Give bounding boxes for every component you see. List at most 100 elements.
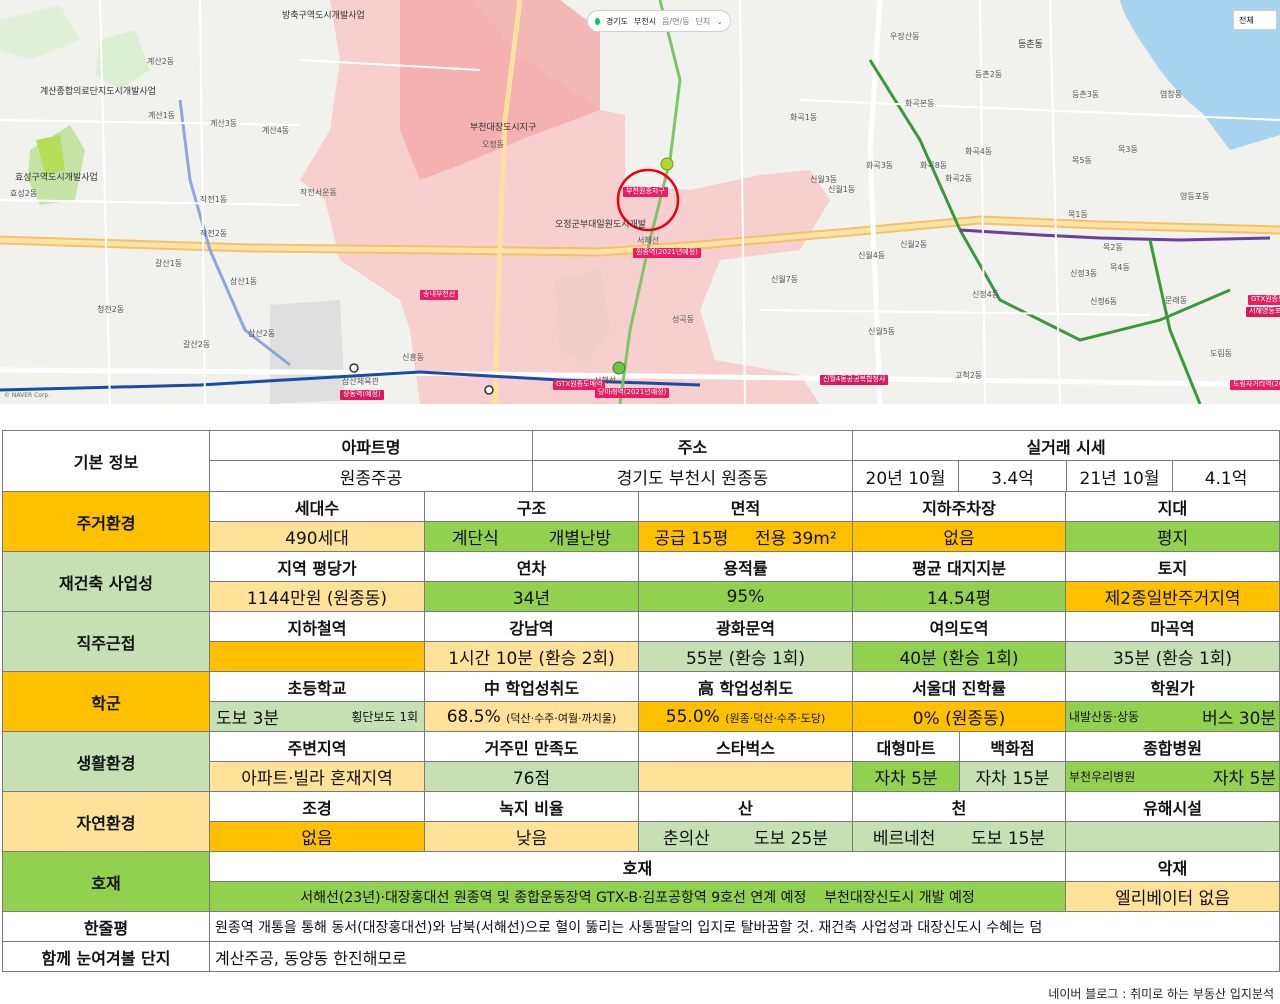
map-tag-station[interactable]: 당아래역(2021년예정)	[595, 388, 670, 398]
structure-label: 구조	[423, 491, 640, 522]
map-tag-station[interactable]: 원종역(2021년예정)	[633, 248, 701, 258]
map-tag-station[interactable]: 송내부천선	[420, 290, 459, 300]
map-tag-caption: 삼산체육관	[342, 377, 379, 386]
elementary-walk: 도보 3분	[216, 709, 280, 729]
map-label: 신월2동	[900, 240, 928, 249]
map-label: 갈산2동	[183, 340, 211, 349]
map-label: 고척2동	[955, 371, 983, 380]
academy-time: 버스 30분	[1202, 709, 1277, 729]
supply-area: 공급 15평	[654, 529, 729, 549]
high-score-label: 高 학업성취도	[638, 671, 854, 702]
satisfaction-label: 거주민 만족도	[423, 731, 640, 762]
elementary-value: 도보 3분 횡단보도 1회	[209, 701, 425, 732]
map-label: 신월3동	[810, 175, 838, 184]
academy-label: 학원가	[1065, 671, 1280, 702]
department-store-label: 백화점	[959, 731, 1067, 762]
structure-type: 계단식	[451, 529, 499, 549]
map-tag-station[interactable]: GTX원종도	[1248, 295, 1280, 305]
heating-type: 개별난방	[548, 529, 612, 549]
price1-value: 3.4억	[959, 461, 1068, 491]
plus-label: 호재	[208, 851, 1067, 882]
map-label: 화곡2동	[945, 174, 973, 183]
surroundings-value: 아파트·빌라 혼재지역	[209, 761, 425, 792]
mountain-label: 산	[638, 791, 854, 822]
snu-rate-value: 0% (원종동)	[852, 701, 1067, 732]
apt-name-value: 원종주공	[208, 460, 534, 492]
map-label: 삼산2동	[248, 329, 276, 338]
map-tag-target[interactable]: 부천원종지구	[623, 187, 668, 197]
middle-score-value: 68.5% (덕산·수주·여월·까치울)	[423, 701, 640, 732]
minus-label: 악재	[1065, 851, 1280, 882]
complex-select[interactable]: 단지	[696, 16, 711, 27]
price2-value: 4.1억	[1204, 468, 1248, 489]
exclusive-area: 전용 39m²	[754, 529, 837, 549]
gangnam-label: 강남역	[423, 611, 640, 642]
map-label: 신흥동	[402, 353, 425, 362]
minus-value: 엘리베이터 없음	[1065, 881, 1280, 912]
map-label: 신월1동	[828, 185, 856, 194]
map-label: 도림동	[1210, 349, 1233, 358]
map-credit: © NAVER Corp.	[4, 392, 51, 399]
map-search-bar[interactable]: 경기도 부천시 읍/면/동 단지 ⌄	[587, 10, 731, 32]
land-value: 제2종일반주거지역	[1065, 581, 1280, 612]
map-label: 계산3동	[210, 119, 238, 128]
snu-rate-label: 서울대 진학률	[852, 671, 1067, 702]
stream-name: 베르네천	[872, 829, 936, 849]
hospital-time: 자차 5분	[1212, 769, 1277, 789]
section-life: 생활환경	[2, 731, 210, 792]
yeouido-label: 여의도역	[852, 611, 1067, 642]
map-tag-station[interactable]: 신월4동공공복합청사	[820, 375, 889, 385]
green-ratio-label: 녹지 비율	[423, 791, 640, 822]
map-tag-station[interactable]: 도림사거리역(2024년예정)	[1230, 380, 1280, 390]
map-label: 작전1동	[200, 195, 228, 204]
land-share-label: 평균 대지지분	[852, 551, 1067, 582]
map-label: 성곡동	[672, 315, 695, 324]
section-related: 함께 눈여겨볼 단지	[2, 941, 210, 972]
age-value: 34년	[423, 581, 640, 612]
price-values: 20년 10월 3.4억 21년 10월 4.1억	[852, 460, 1280, 492]
map-label: 등촌동	[1018, 40, 1043, 50]
map-label: 청천2동	[97, 305, 125, 314]
landscape-value: 없음	[209, 821, 425, 852]
map-label: 오정동	[482, 140, 505, 149]
mountain-time: 도보 25분	[754, 829, 828, 849]
footer-credit: 네이버 블로그 : 취미로 하는 부동산 입지분석	[1048, 987, 1274, 1001]
map-label: 신월4동	[858, 251, 886, 260]
far-value: 95%	[638, 581, 854, 612]
map-label: 신월7동	[771, 275, 799, 284]
section-school: 학군	[2, 671, 210, 732]
map-label: 계산4동	[262, 126, 290, 135]
section-commute: 직주근접	[2, 611, 210, 672]
gwanghwamun-value: 55분 (환승 1회)	[638, 641, 854, 672]
map-view[interactable]: 계산2동 계산1동 계산3동 계산4동 작전서운동 작전1동 작전2동 효성2동…	[0, 0, 1280, 404]
landscape-label: 조경	[209, 791, 425, 822]
region-select[interactable]: 경기도	[606, 16, 628, 27]
terrain-label: 지대	[1065, 491, 1280, 522]
middle-score-percent: 68.5%	[446, 706, 501, 727]
property-info-table: 기본 정보 아파트명 주소 실거래 시세 원종주공 경기도 부천시 원종동 20…	[2, 430, 1280, 972]
city-select[interactable]: 부천시	[634, 16, 656, 27]
plus-value: 서해선(23년)·대장홍대선 원종역 및 종합운동장역 GTX-B·김포공항역 …	[208, 881, 1067, 912]
map-label: 화곡1동	[790, 113, 818, 122]
price2-date: 21년 10월	[1067, 461, 1174, 491]
dong-select[interactable]: 읍/면/동	[662, 16, 689, 27]
map-label: 등촌3동	[1072, 90, 1100, 99]
map-filter-select[interactable]: 전체	[1233, 10, 1277, 30]
satisfaction-value: 76점	[423, 761, 640, 792]
map-label: 신정3동	[1070, 269, 1098, 278]
academy-value: 내발산동·상동 버스 30분	[1065, 701, 1280, 732]
area-value: 공급 15평 전용 39m²	[638, 521, 854, 552]
map-tag-station[interactable]: 상동역(예정)	[340, 390, 384, 400]
gangnam-value: 1시간 10분 (환승 2회)	[423, 641, 640, 672]
map-label: 신정4동	[972, 290, 1000, 299]
hospital-label: 종합병원	[1065, 731, 1280, 762]
gwanghwamun-label: 광화문역	[638, 611, 854, 642]
mart-value: 자차 5분	[852, 761, 961, 792]
map-tag-station[interactable]: 서해영등포연장	[1246, 307, 1280, 317]
section-plus: 호재	[2, 851, 210, 912]
mountain-value: 춘의산 도보 25분	[638, 821, 854, 852]
section-nature: 자연환경	[2, 791, 210, 852]
section-living: 주거환경	[2, 491, 210, 552]
subway-value	[209, 641, 425, 672]
high-score-value: 55.0% (원종·덕산·수주·도당)	[638, 701, 854, 732]
